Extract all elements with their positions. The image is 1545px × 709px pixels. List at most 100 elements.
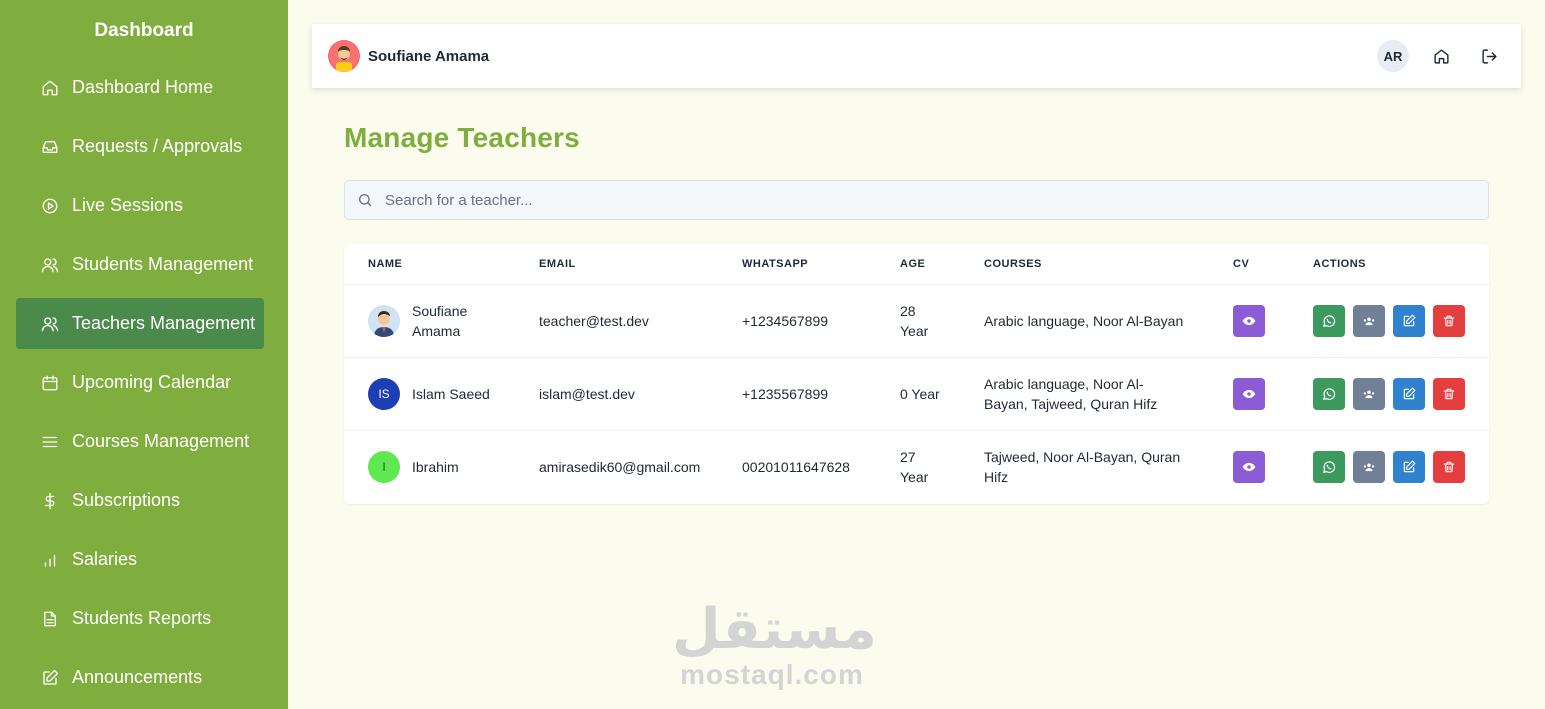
sidebar-item-teachers-management[interactable]: Teachers Management xyxy=(16,298,264,349)
sidebar-item-announcements[interactable]: Announcements xyxy=(16,652,264,703)
users-icon xyxy=(40,255,60,275)
edit-button[interactable] xyxy=(1393,378,1425,410)
eye-icon xyxy=(1242,462,1256,472)
teacher-age: 0 Year xyxy=(900,386,940,402)
header-actions: AR xyxy=(1377,40,1505,72)
view-cv-button[interactable] xyxy=(1233,378,1265,410)
user-avatar-illustration xyxy=(328,40,360,72)
teacher-age: 28 Year xyxy=(900,303,929,339)
whatsapp-button[interactable] xyxy=(1313,451,1345,483)
students-group-button[interactable] xyxy=(1353,378,1385,410)
column-header-courses[interactable]: COURSES xyxy=(984,258,1042,270)
teacher-whatsapp: +1235567899 xyxy=(742,386,829,402)
teacher-name: Soufiane Amama xyxy=(412,303,468,339)
teacher-age: 27 Year xyxy=(900,449,929,485)
user-name: Soufiane Amama xyxy=(368,47,490,65)
inbox-icon xyxy=(40,137,60,157)
column-header-cv[interactable]: CV xyxy=(1233,258,1249,270)
user-avatar[interactable] xyxy=(328,40,360,72)
bar-chart-icon xyxy=(40,550,60,570)
sidebar-item-label: Announcements xyxy=(72,667,203,687)
watermark: مستقل mostaql.com xyxy=(672,597,877,690)
whatsapp-button[interactable] xyxy=(1313,378,1345,410)
teacher-courses: Tajweed, Noor Al-Bayan, Quran Hifz xyxy=(984,449,1181,485)
sidebar-item-label: Students Reports xyxy=(72,608,212,628)
delete-button[interactable] xyxy=(1433,451,1465,483)
teacher-whatsapp: +1234567899 xyxy=(742,313,829,329)
sidebar-item-students-reports[interactable]: Students Reports xyxy=(16,593,264,644)
sidebar-item-label: Requests / Approvals xyxy=(72,136,243,156)
students-group-button[interactable] xyxy=(1353,451,1385,483)
edit-icon xyxy=(1403,314,1416,327)
watermark-arabic: مستقل xyxy=(672,597,877,662)
sidebar-item-students-management[interactable]: Students Management xyxy=(16,239,264,290)
view-cv-button[interactable] xyxy=(1233,451,1265,483)
page-title: Manage Teachers xyxy=(344,122,580,153)
home-icon xyxy=(40,78,60,98)
delete-button[interactable] xyxy=(1433,305,1465,337)
teacher-name: Islam Saeed xyxy=(412,386,490,402)
view-cv-button[interactable] xyxy=(1233,305,1265,337)
logout-icon[interactable] xyxy=(1473,40,1505,72)
eye-icon xyxy=(1242,389,1256,399)
whatsapp-button[interactable] xyxy=(1313,305,1345,337)
edit-icon xyxy=(40,668,60,688)
teacher-avatar: IS xyxy=(368,378,400,410)
column-header-email[interactable]: EMAIL xyxy=(539,258,576,270)
sidebar-nav: Dashboard Home Requests / Approvals Live… xyxy=(0,62,288,703)
sidebar-item-courses-management[interactable]: Courses Management xyxy=(16,416,264,467)
sidebar-title: Dashboard xyxy=(94,20,194,41)
sidebar-item-salaries[interactable]: Salaries xyxy=(16,534,264,585)
trash-icon xyxy=(1443,388,1455,400)
menu-icon xyxy=(40,432,60,452)
table-header: NAME EMAIL WHATSAPP AGE COURSES CV ACTIO… xyxy=(344,244,1489,285)
group-icon xyxy=(1363,317,1375,326)
students-group-button[interactable] xyxy=(1353,305,1385,337)
sidebar-item-label: Students Management xyxy=(72,254,254,274)
sidebar-item-label: Teachers Management xyxy=(72,313,256,333)
teacher-email: islam@test.dev xyxy=(539,386,635,402)
delete-button[interactable] xyxy=(1433,378,1465,410)
play-circle-icon xyxy=(40,196,60,216)
whatsapp-icon xyxy=(1323,461,1336,473)
sidebar-item-label: Dashboard Home xyxy=(72,77,214,97)
column-header-name[interactable]: NAME xyxy=(368,258,402,270)
home-icon[interactable] xyxy=(1425,40,1457,72)
sidebar: Dashboard Dashboard Home Requests / Appr… xyxy=(0,0,288,709)
sidebar-item-requests[interactable]: Requests / Approvals xyxy=(16,121,264,172)
users-icon xyxy=(40,314,60,334)
search-input[interactable] xyxy=(385,191,1465,209)
table-row: I Ibrahim amirasedik60@gmail.com 0020101… xyxy=(344,431,1489,504)
teacher-avatar xyxy=(368,305,400,337)
teacher-name: Ibrahim xyxy=(412,459,459,475)
teachers-table: NAME EMAIL WHATSAPP AGE COURSES CV ACTIO… xyxy=(344,244,1489,504)
teacher-courses: Arabic language, Noor Al-Bayan, Tajweed,… xyxy=(984,376,1158,412)
watermark-latin: mostaql.com xyxy=(680,659,864,690)
search-icon xyxy=(359,194,372,207)
top-header: Soufiane Amama AR xyxy=(312,24,1521,88)
edit-icon xyxy=(1403,460,1416,473)
sidebar-item-dashboard-home[interactable]: Dashboard Home xyxy=(16,62,264,113)
language-toggle-button[interactable]: AR xyxy=(1377,40,1409,72)
column-header-whatsapp[interactable]: WHATSAPP xyxy=(742,258,808,270)
edit-icon xyxy=(1403,387,1416,400)
sidebar-item-upcoming-calendar[interactable]: Upcoming Calendar xyxy=(16,357,264,408)
sidebar-item-live-sessions[interactable]: Live Sessions xyxy=(16,180,264,231)
table-row: Soufiane Amama teacher@test.dev +1234567… xyxy=(344,285,1489,358)
sidebar-item-subscriptions[interactable]: Subscriptions xyxy=(16,475,264,526)
edit-button[interactable] xyxy=(1393,451,1425,483)
sidebar-item-label: Courses Management xyxy=(72,431,250,451)
teacher-avatar: I xyxy=(368,451,400,483)
column-header-age[interactable]: AGE xyxy=(900,258,925,270)
edit-button[interactable] xyxy=(1393,305,1425,337)
sidebar-item-label: Subscriptions xyxy=(72,490,181,510)
file-text-icon xyxy=(40,609,60,629)
group-icon xyxy=(1363,390,1375,399)
whatsapp-icon xyxy=(1323,315,1336,327)
search-bar xyxy=(344,180,1489,220)
dollar-icon xyxy=(40,491,60,511)
teacher-courses: Arabic language, Noor Al-Bayan xyxy=(984,313,1184,329)
column-header-actions: ACTIONS xyxy=(1313,258,1366,270)
calendar-icon xyxy=(40,373,60,393)
sidebar-item-label: Upcoming Calendar xyxy=(72,372,232,392)
